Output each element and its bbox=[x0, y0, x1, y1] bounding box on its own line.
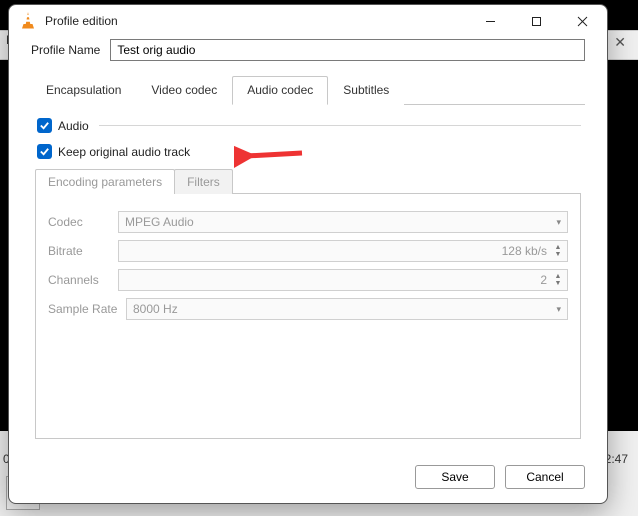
chevron-down-icon: ▾ bbox=[556, 304, 561, 315]
keep-original-checkbox-label: Keep original audio track bbox=[58, 145, 190, 159]
dialog-footer: Save Cancel bbox=[9, 455, 607, 503]
samplerate-label: Sample Rate bbox=[48, 302, 126, 316]
channels-value: 2 bbox=[540, 273, 547, 287]
divider bbox=[99, 125, 581, 126]
codec-combo[interactable]: MPEG Audio ▾ bbox=[118, 211, 568, 233]
bg-close-icon[interactable]: ✕ bbox=[614, 34, 626, 51]
encoding-parameters-pane: Codec MPEG Audio ▾ Bitrate 128 kb/s ▲▼ C… bbox=[35, 193, 581, 439]
dialog-title: Profile edition bbox=[45, 14, 467, 28]
bitrate-value: 128 kb/s bbox=[502, 244, 547, 258]
profile-edition-dialog: Profile edition Profile Name Encapsulati… bbox=[8, 4, 608, 504]
checkbox-checked-icon bbox=[37, 118, 52, 133]
chevron-down-icon: ▾ bbox=[556, 217, 561, 228]
tab-encoding-parameters[interactable]: Encoding parameters bbox=[35, 169, 175, 194]
bg-time-total: 2:47 bbox=[605, 452, 628, 466]
tab-audio-codec[interactable]: Audio codec bbox=[232, 76, 328, 105]
close-button[interactable] bbox=[559, 6, 605, 36]
spinner-arrows-icon: ▲▼ bbox=[551, 244, 565, 258]
maximize-button[interactable] bbox=[513, 6, 559, 36]
bitrate-label: Bitrate bbox=[48, 244, 118, 258]
bitrate-spinner[interactable]: 128 kb/s ▲▼ bbox=[118, 240, 568, 262]
channels-spinner[interactable]: 2 ▲▼ bbox=[118, 269, 568, 291]
codec-label: Codec bbox=[48, 215, 118, 229]
audio-checkbox-row[interactable]: Audio bbox=[37, 118, 581, 133]
vlc-icon bbox=[19, 12, 37, 30]
codec-value: MPEG Audio bbox=[125, 215, 194, 229]
sub-tabs: Encoding parameters Filters bbox=[35, 169, 581, 194]
tab-filters[interactable]: Filters bbox=[174, 169, 233, 194]
audio-checkbox-label: Audio bbox=[58, 119, 89, 133]
checkbox-checked-icon bbox=[37, 144, 52, 159]
keep-original-checkbox-row[interactable]: Keep original audio track bbox=[37, 144, 581, 159]
profile-name-input[interactable] bbox=[110, 39, 585, 61]
save-button[interactable]: Save bbox=[415, 465, 495, 489]
samplerate-value: 8000 Hz bbox=[133, 302, 178, 316]
tab-video-codec[interactable]: Video codec bbox=[136, 76, 232, 105]
profile-name-label: Profile Name bbox=[31, 43, 100, 57]
audio-codec-pane: Audio Keep original audio track Encoding… bbox=[31, 105, 585, 443]
spinner-arrows-icon: ▲▼ bbox=[551, 273, 565, 287]
cancel-button[interactable]: Cancel bbox=[505, 465, 585, 489]
minimize-button[interactable] bbox=[467, 6, 513, 36]
main-tabs: Encapsulation Video codec Audio codec Su… bbox=[31, 75, 585, 105]
titlebar: Profile edition bbox=[9, 5, 607, 37]
samplerate-combo[interactable]: 8000 Hz ▾ bbox=[126, 298, 568, 320]
channels-label: Channels bbox=[48, 273, 118, 287]
tab-subtitles[interactable]: Subtitles bbox=[328, 76, 404, 105]
tab-encapsulation[interactable]: Encapsulation bbox=[31, 76, 136, 105]
